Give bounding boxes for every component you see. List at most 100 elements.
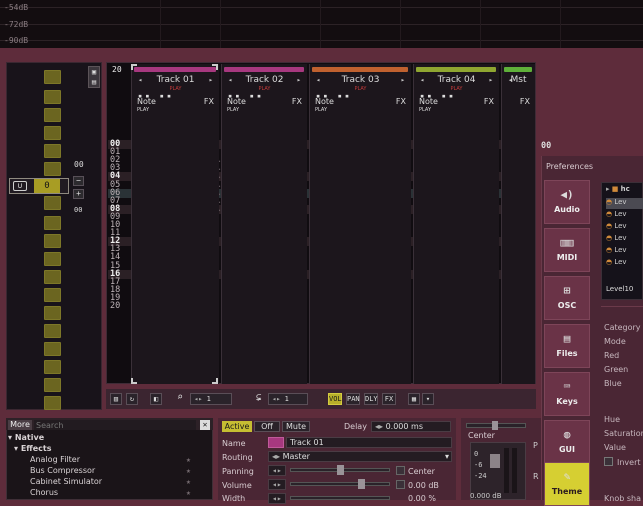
fx-menu-icon[interactable]: ▦ (408, 393, 420, 405)
sequence-slot-button[interactable] (44, 396, 61, 410)
fx-toggle[interactable]: FX (382, 393, 396, 405)
track-header[interactable]: ◂ ▸ Track 04 PLAY ▪▪ ▪▪ Note FX PLAY (413, 64, 499, 384)
minus-button[interactable]: − (73, 176, 84, 186)
mute-button[interactable]: Mute (282, 421, 310, 432)
search-input[interactable] (34, 420, 196, 430)
sequence-slot-button[interactable] (44, 90, 61, 104)
volume-checkbox[interactable] (396, 480, 405, 489)
sequence-slot-button[interactable] (44, 196, 61, 210)
sequence-slot-button[interactable] (44, 216, 61, 230)
edit-step-value: 1 (284, 395, 289, 403)
edit-step-stepper[interactable]: ◂▸ 1 (268, 393, 308, 405)
loop-button[interactable]: ↻ (126, 393, 138, 405)
track-play-label: PLAY (419, 107, 432, 113)
routing-select[interactable]: ◂▸ Master ▾ (268, 451, 452, 462)
fader-handle[interactable] (490, 454, 500, 468)
track-color-bar (224, 67, 304, 72)
browser-item[interactable]: Cabinet Simulator (30, 477, 102, 486)
close-icon[interactable]: ✕ (200, 420, 210, 430)
tree-item-label: Lev (614, 258, 627, 266)
keyboard-icon[interactable]: ∪ (13, 181, 27, 191)
sequence-slot-button[interactable] (44, 342, 61, 356)
sequence-slot-button[interactable] (44, 126, 61, 140)
volume-stepper[interactable]: ◂▸ (268, 479, 286, 490)
level-meter (512, 448, 517, 493)
record-button[interactable]: ◧ (150, 393, 162, 405)
active-button[interactable]: Active (222, 421, 252, 432)
tree-native[interactable]: ▾ Native (8, 433, 44, 442)
invert-checkbox[interactable] (604, 457, 613, 466)
tree-item[interactable]: ◓ Lev (606, 258, 627, 269)
sequence-slot-button[interactable] (44, 234, 61, 248)
pref-category-midi[interactable]: ▥▥ MIDI (544, 228, 590, 272)
star-icon[interactable]: ★ (186, 488, 191, 497)
tree-selected-label: Level10 (606, 285, 634, 293)
sequence-slot-button[interactable] (44, 108, 61, 122)
tree-item[interactable]: ◓ Lev (606, 198, 643, 209)
track-header[interactable]: ◂ ▸ Track 03 PLAY ▪▪ ▪▪ Note FX PLAY (309, 64, 411, 384)
panning-checkbox[interactable] (396, 466, 405, 475)
search-icon[interactable]: ⌕ (177, 392, 183, 403)
pref-category-keys[interactable]: ⌨ Keys (544, 372, 590, 416)
category-label: MIDI (556, 253, 578, 262)
vol-toggle[interactable]: VOL (328, 393, 342, 405)
step-stepper[interactable]: ◂▸ 1 (190, 393, 232, 405)
sequence-slot-button[interactable] (44, 270, 61, 284)
browser-item[interactable]: Analog Filter (30, 455, 80, 464)
sequence-slot-button[interactable] (44, 162, 61, 176)
panning-handle[interactable] (337, 465, 344, 475)
pref-label: Saturation (604, 429, 643, 438)
line-count[interactable]: 20 (112, 65, 122, 74)
pref-category-gui[interactable]: ◍ GUI (544, 420, 590, 464)
dly-toggle[interactable]: DLY (364, 393, 378, 405)
plus-button[interactable]: + (73, 189, 84, 199)
pref-label: Value (604, 443, 626, 452)
tree-root[interactable]: ▸ ■ hc (606, 185, 630, 196)
sequence-slot-button[interactable] (44, 252, 61, 266)
pan-toggle[interactable]: PAN (346, 393, 360, 405)
track-header[interactable]: ◂ ▸ Track 01 PLAY ▪▪ ▪▪ Note FX PLAY (131, 64, 219, 384)
off-button[interactable]: Off (254, 421, 280, 432)
width-stepper[interactable]: ◂▸ (268, 493, 286, 504)
sequence-slot-button[interactable] (44, 324, 61, 338)
star-icon[interactable]: ★ (186, 477, 191, 486)
track-header[interactable]: ◂ Mst FX (501, 64, 535, 384)
chevron-down-icon[interactable]: ▾ (422, 393, 434, 405)
tree-item-label: Lev (614, 210, 627, 218)
browser-item[interactable]: Chorus (30, 488, 58, 497)
sequence-slot-button[interactable] (44, 378, 61, 392)
more-button[interactable]: More (8, 420, 32, 430)
octave-control[interactable]: ∪ 0 (9, 178, 69, 194)
track-header[interactable]: ◂ ▸ Track 02 PLAY ▪▪ ▪▪ Note FX PLAY (221, 64, 307, 384)
panning-stepper[interactable]: ◂▸ (268, 465, 286, 476)
sequence-slot-button[interactable] (44, 288, 61, 302)
name-field[interactable]: Track 01 (286, 437, 452, 448)
delay-field[interactable]: ◂▸ 0.000 ms (371, 421, 451, 432)
grid-menu-button[interactable]: ▣ ▤ (88, 66, 100, 88)
volume-handle[interactable] (358, 479, 365, 489)
width-slider[interactable] (290, 496, 390, 500)
tree-item[interactable]: ◓ Lev (606, 246, 627, 257)
category-label: Keys (556, 397, 578, 406)
follow-button[interactable]: ▥ (110, 393, 122, 405)
tree-effects[interactable]: ▾ Effects (14, 444, 52, 453)
tree-item[interactable]: ◓ Lev (606, 210, 627, 221)
tree-item[interactable]: ◓ Lev (606, 222, 627, 233)
sequence-slot-button[interactable] (44, 360, 61, 374)
pref-label: Invert (617, 458, 641, 467)
tree-item[interactable]: ◓ Lev (606, 234, 627, 245)
pref-category-theme[interactable]: ✎ Theme (544, 462, 590, 506)
star-icon[interactable]: ★ (186, 466, 191, 475)
sequence-slot-button[interactable] (44, 70, 61, 84)
sequence-slot-button[interactable] (44, 144, 61, 158)
sequence-slot-button[interactable] (44, 306, 61, 320)
pan-handle[interactable] (492, 421, 498, 430)
pref-category-osc[interactable]: ⊞ OSC (544, 276, 590, 320)
pref-category-files[interactable]: ▤ Files (544, 324, 590, 368)
star-icon[interactable]: ★ (186, 455, 191, 464)
volume-slider[interactable] (290, 482, 390, 486)
pref-category-audio[interactable]: ◀) Audio (544, 180, 590, 224)
track-color-swatch[interactable] (268, 437, 284, 448)
fader-db: 0 (474, 450, 479, 458)
browser-item[interactable]: Bus Compressor (30, 466, 95, 475)
